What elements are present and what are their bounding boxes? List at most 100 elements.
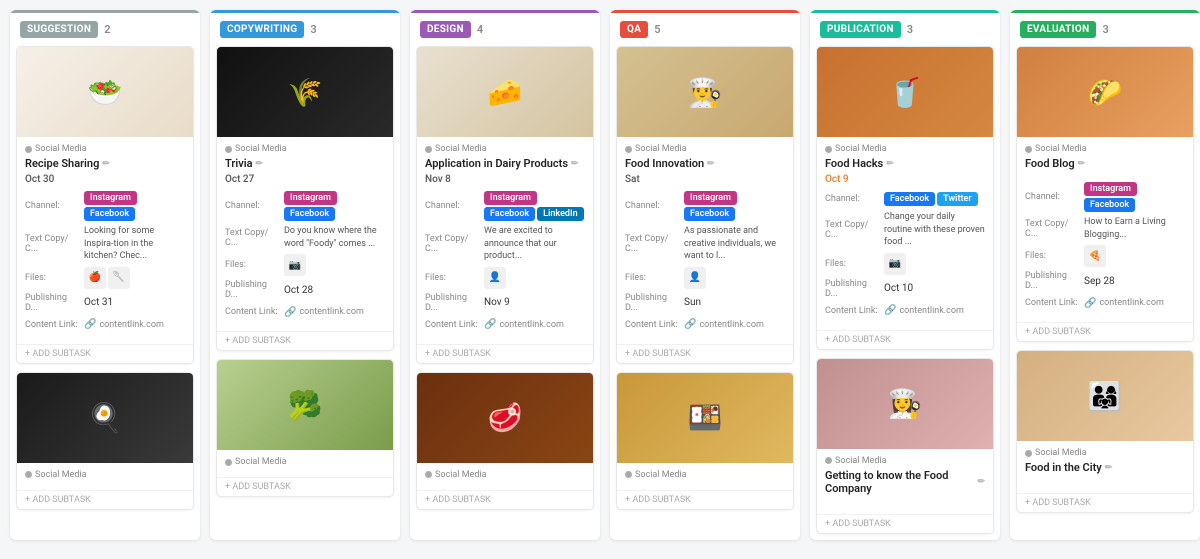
add-subtask-button[interactable]: + ADD SUBTASK bbox=[817, 514, 993, 533]
content-link-value[interactable]: 🔗 contentlink.com bbox=[84, 319, 164, 330]
add-subtask-button[interactable]: + ADD SUBTASK bbox=[617, 490, 793, 509]
text-copy-row: Text Copy/ C...How to Earn a Living Blog… bbox=[1025, 216, 1185, 241]
content-link-value[interactable]: 🔗 contentlink.com bbox=[484, 319, 564, 330]
text-copy-value: Do you know where the word "Foody" comes… bbox=[284, 225, 385, 250]
publishing-value: Oct 28 bbox=[284, 285, 313, 296]
text-copy-label: Text Copy/ C... bbox=[25, 234, 80, 254]
files-label: Files: bbox=[825, 259, 880, 269]
edit-icon: ✏ bbox=[977, 477, 985, 487]
content-link-value[interactable]: 🔗 contentlink.com bbox=[884, 305, 964, 316]
card[interactable]: 🍳Social Media+ ADD SUBTASK bbox=[16, 372, 194, 510]
file-thumbnail: 🍎 bbox=[84, 267, 106, 289]
files-label: Files: bbox=[225, 260, 280, 270]
publishing-value: Sep 28 bbox=[1084, 276, 1115, 287]
edit-icon: ✏ bbox=[707, 159, 715, 169]
add-subtask-button[interactable]: + ADD SUBTASK bbox=[17, 490, 193, 509]
card-body: Social Media bbox=[617, 463, 793, 490]
card-category: Social Media bbox=[825, 144, 985, 154]
column-label-evaluation: EVALUATION bbox=[1020, 21, 1096, 38]
edit-icon: ✏ bbox=[1078, 159, 1086, 169]
channel-row: Channel:InstagramFacebook bbox=[225, 191, 385, 221]
column-publication: PUBLICATION3🥤Social MediaFood Hacks✏Oct … bbox=[810, 10, 1000, 540]
card[interactable]: 🌾Social MediaTrivia✏Oct 27Channel:Instag… bbox=[216, 46, 394, 351]
tag-instagram: Instagram bbox=[84, 191, 137, 205]
card-title: Food Blog✏ bbox=[1025, 157, 1185, 170]
card-title: Trivia✏ bbox=[225, 157, 385, 170]
category-text: Social Media bbox=[1035, 448, 1086, 458]
card-category: Social Media bbox=[425, 144, 585, 154]
text-copy-row: Text Copy/ C...Change your daily routine… bbox=[825, 211, 985, 249]
card[interactable]: 🧀Social MediaApplication in Dairy Produc… bbox=[416, 46, 594, 364]
card-category: Social Media bbox=[625, 144, 785, 154]
card-category: Social Media bbox=[825, 456, 985, 466]
publishing-label: Publishing D... bbox=[25, 293, 80, 313]
category-dot bbox=[825, 146, 832, 153]
card[interactable]: 🥦Social Media+ ADD SUBTASK bbox=[216, 359, 394, 497]
category-dot bbox=[225, 459, 232, 466]
card-image: 🧀 bbox=[417, 47, 593, 137]
card-date: Oct 9 bbox=[825, 174, 985, 185]
add-subtask-button[interactable]: + ADD SUBTASK bbox=[1017, 493, 1193, 512]
add-subtask-button[interactable]: + ADD SUBTASK bbox=[417, 344, 593, 363]
cards-list-design: 🧀Social MediaApplication in Dairy Produc… bbox=[410, 46, 600, 516]
column-count-suggestion: 2 bbox=[104, 23, 110, 36]
add-subtask-button[interactable]: + ADD SUBTASK bbox=[617, 344, 793, 363]
publishing-row: Publishing D...Sun bbox=[625, 293, 785, 313]
edit-icon: ✏ bbox=[886, 159, 894, 169]
publishing-row: Publishing D...Oct 28 bbox=[225, 280, 385, 300]
category-text: Social Media bbox=[635, 470, 686, 480]
files-row: Files: 📷 bbox=[225, 254, 385, 276]
add-subtask-button[interactable]: + ADD SUBTASK bbox=[217, 477, 393, 496]
content-link-value[interactable]: 🔗 contentlink.com bbox=[684, 319, 764, 330]
category-text: Social Media bbox=[1035, 144, 1086, 154]
files-label: Files: bbox=[625, 273, 680, 283]
card-image: 🌮 bbox=[1017, 47, 1193, 137]
category-text: Social Media bbox=[35, 144, 86, 154]
text-copy-value: Change your daily routine with these pro… bbox=[884, 211, 985, 249]
publishing-label: Publishing D... bbox=[825, 279, 880, 299]
card[interactable]: 🍱Social Media+ ADD SUBTASK bbox=[616, 372, 794, 510]
column-header-copywriting: COPYWRITING3 bbox=[210, 10, 400, 46]
file-thumbnail: 👤 bbox=[684, 267, 706, 289]
file-thumbnail: 📷 bbox=[284, 254, 306, 276]
tag-instagram: Instagram bbox=[484, 191, 537, 205]
category-dot bbox=[625, 471, 632, 478]
card-body: Social MediaGetting to know the Food Com… bbox=[817, 449, 993, 514]
card[interactable]: 👨‍🍳Social MediaFood Innovation✏SatChanne… bbox=[616, 46, 794, 364]
card-date: Nov 8 bbox=[425, 174, 585, 185]
column-count-design: 4 bbox=[477, 23, 483, 36]
column-count-qa: 5 bbox=[654, 23, 660, 36]
files-row: Files:📷 bbox=[825, 253, 985, 275]
card[interactable]: 🌮Social MediaFood Blog✏Channel:Instagram… bbox=[1016, 46, 1194, 342]
tag-facebook: Facebook bbox=[284, 207, 335, 221]
content-link-value[interactable]: 🔗 contentlink.com bbox=[284, 307, 364, 318]
column-design: DESIGN4🧀Social MediaApplication in Dairy… bbox=[410, 10, 600, 540]
add-subtask-button[interactable]: + ADD SUBTASK bbox=[17, 344, 193, 363]
column-evaluation: EVALUATION3🌮Social MediaFood Blog✏Channe… bbox=[1010, 10, 1200, 540]
card-title: Food Innovation✏ bbox=[625, 157, 785, 170]
add-subtask-button[interactable]: + ADD SUBTASK bbox=[417, 490, 593, 509]
tag-facebook: Facebook bbox=[684, 207, 735, 221]
card[interactable]: 🥤Social MediaFood Hacks✏Oct 9Channel:Fac… bbox=[816, 46, 994, 350]
column-header-qa: QA5 bbox=[610, 10, 800, 46]
publishing-row: Publishing D...Sep 28 bbox=[1025, 271, 1185, 291]
add-subtask-button[interactable]: + ADD SUBTASK bbox=[1017, 322, 1193, 341]
column-qa: QA5👨‍🍳Social MediaFood Innovation✏SatCha… bbox=[610, 10, 800, 540]
card[interactable]: 🥗Social MediaRecipe Sharing✏Oct 30Channe… bbox=[16, 46, 194, 364]
content-link-label: Content Link: bbox=[1025, 298, 1080, 308]
content-link-row: Content Link: 🔗 contentlink.com bbox=[1025, 295, 1185, 311]
card-category: Social Media bbox=[1025, 144, 1185, 154]
add-subtask-button[interactable]: + ADD SUBTASK bbox=[817, 330, 993, 349]
text-copy-value: As passionate and creative individuals, … bbox=[684, 225, 785, 263]
column-copywriting: COPYWRITING3🌾Social MediaTrivia✏Oct 27Ch… bbox=[210, 10, 400, 540]
card-body: Social MediaFood in the City✏ bbox=[1017, 441, 1193, 493]
channel-label: Channel: bbox=[25, 201, 80, 211]
text-copy-label: Text Copy/ C... bbox=[1025, 219, 1080, 239]
card[interactable]: 🥩Social Media+ ADD SUBTASK bbox=[416, 372, 594, 510]
card[interactable]: 👨‍👩‍👧Social MediaFood in the City✏+ ADD … bbox=[1016, 350, 1194, 513]
category-dot bbox=[625, 146, 632, 153]
card-category: Social Media bbox=[625, 470, 785, 480]
card[interactable]: 👩‍🍳Social MediaGetting to know the Food … bbox=[816, 358, 994, 534]
add-subtask-button[interactable]: + ADD SUBTASK bbox=[217, 331, 393, 350]
content-link-value[interactable]: 🔗 contentlink.com bbox=[1084, 298, 1164, 309]
